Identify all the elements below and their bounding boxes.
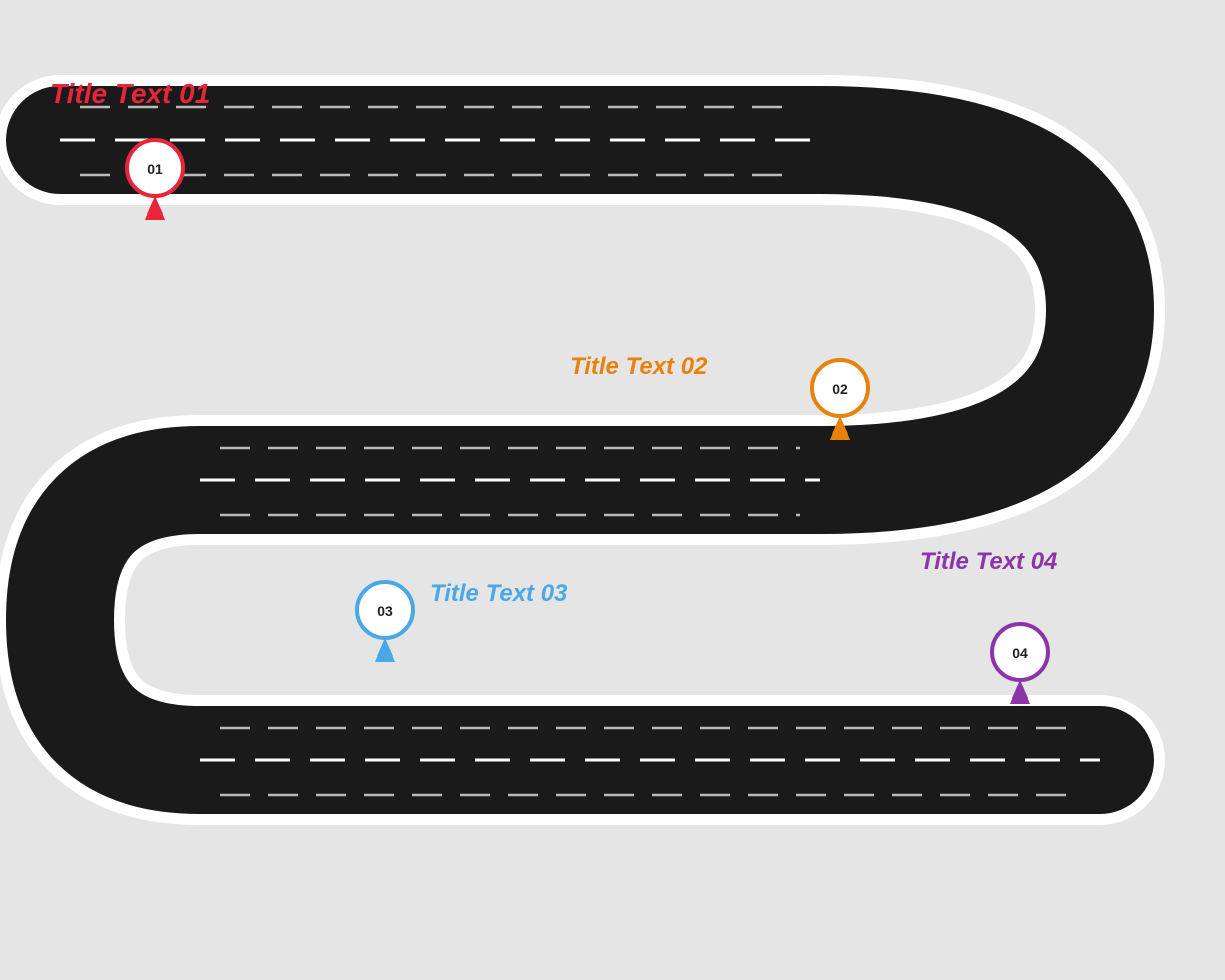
svg-text:03: 03 bbox=[377, 603, 393, 619]
svg-text:02: 02 bbox=[832, 381, 848, 397]
road-illustration: 01 02 03 04 bbox=[0, 0, 1225, 980]
title-text-01: Title Text 01 bbox=[50, 78, 210, 110]
title-text-04: Title Text 04 bbox=[920, 548, 1057, 576]
infographic-container: 01 02 03 04 Title Text 01 Title Text 02 … bbox=[0, 0, 1225, 980]
title-text-03: Title Text 03 bbox=[430, 580, 567, 608]
svg-text:01: 01 bbox=[147, 161, 163, 177]
svg-text:04: 04 bbox=[1012, 645, 1028, 661]
title-text-02: Title Text 02 bbox=[570, 353, 707, 381]
